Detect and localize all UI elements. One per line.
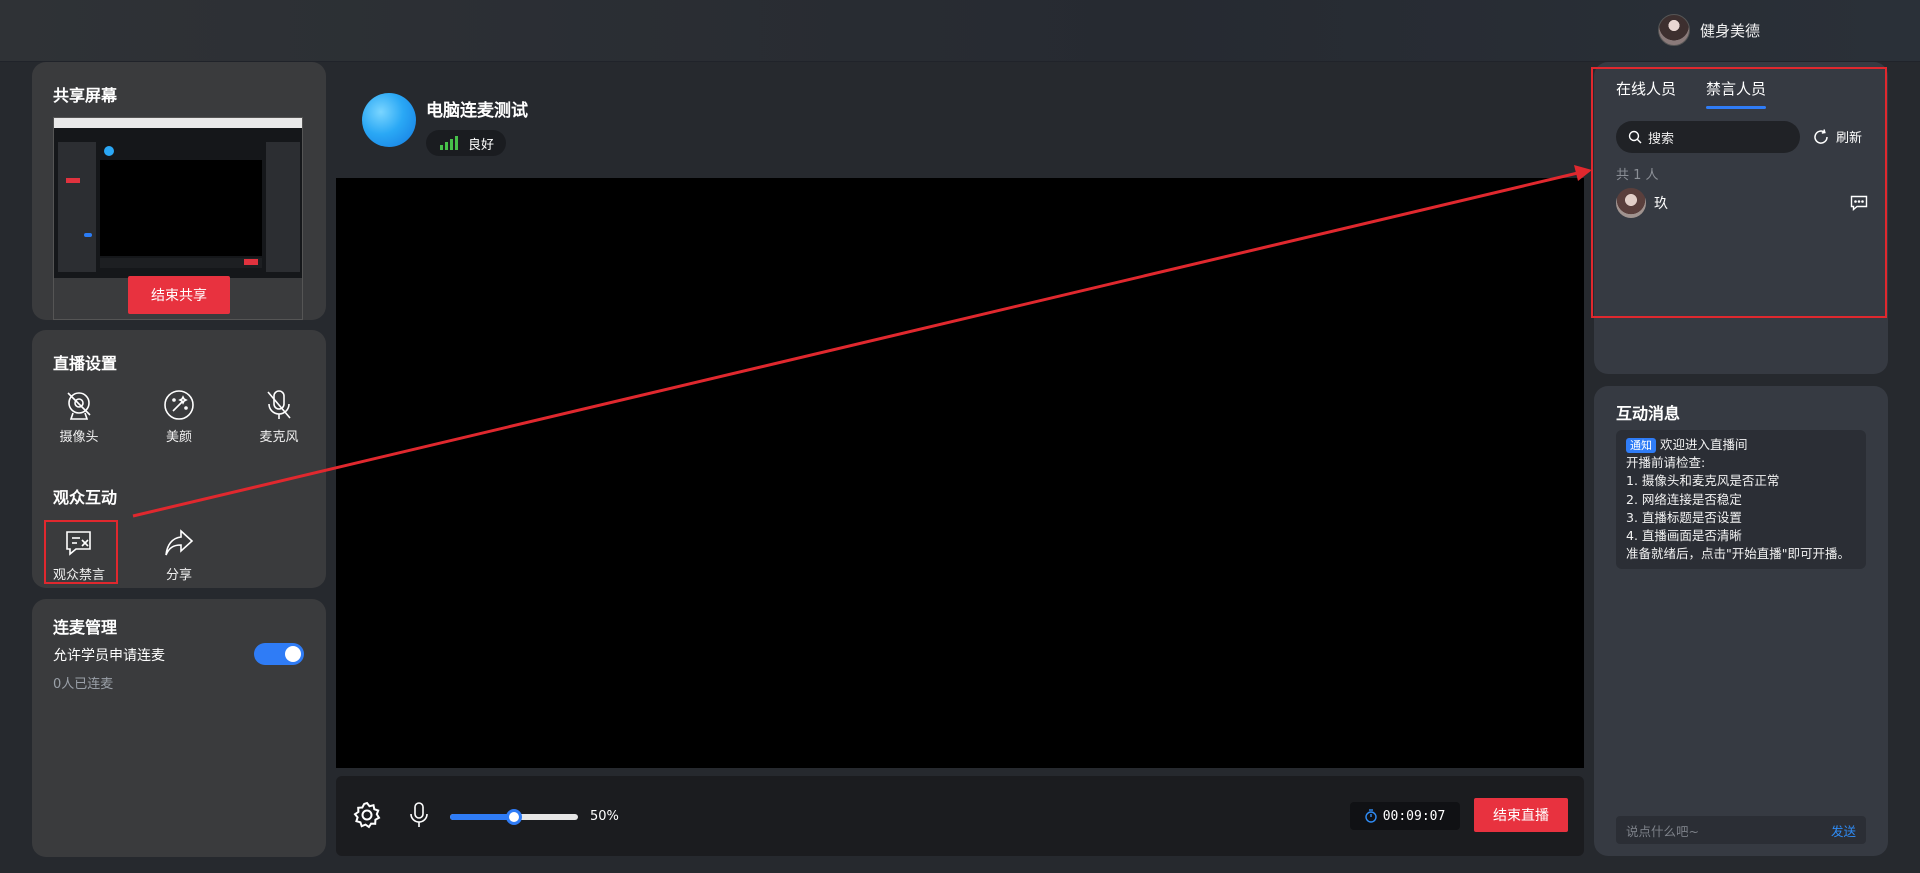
share-label: 分享 [165,568,192,583]
top-bar: 健身美德 [0,0,1920,62]
share-icon [165,529,194,556]
highlight-box-people-panel [1591,67,1887,318]
allow-link-mic-label: 允许学员申请连麦 [53,648,165,664]
user-avatar[interactable] [1657,14,1690,46]
send-button[interactable]: 发送 [1831,821,1856,840]
user-name: 健身美德 [1699,21,1760,40]
end-live-button[interactable]: 结束直播 [1474,798,1568,832]
live-settings-title: 直播设置 [53,354,118,373]
notice-tag: 通知 [1626,438,1656,453]
share-screen-panel: 共享屏幕 结束共享 [32,62,326,320]
notice-line: 4. 直播画面是否清晰 [1626,528,1742,544]
notice-line: 3. 直播标题是否设置 [1626,509,1742,525]
microphone-icon [410,802,428,827]
share-screen-title: 共享屏幕 [53,86,118,105]
beauty-icon [164,390,194,420]
chat-input-placeholder: 说点什么吧~ [1626,823,1699,839]
highlight-box-audience-mute [44,520,118,584]
beauty-label: 美颜 [165,430,192,445]
share-button[interactable]: 分享 [147,526,211,583]
audience-interaction-title: 观众互动 [53,488,118,507]
chat-input[interactable]: 说点什么吧~ 发送 [1616,816,1866,844]
link-mic-title: 连麦管理 [53,618,118,637]
microphone-muted-icon [267,390,291,419]
network-status-text: 良好 [468,137,495,153]
stopwatch-icon [1364,809,1377,823]
connected-count: 0人已连麦 [53,677,114,692]
room-logo [362,93,416,147]
signal-icon [440,136,458,150]
network-status-badge: 良好 [426,130,506,156]
volume-mic-button[interactable] [408,801,430,833]
volume-percent: 50% [590,809,619,824]
settings-button[interactable] [352,800,382,834]
end-share-button[interactable]: 结束共享 [128,276,230,314]
camera-label: 摄像头 [59,430,99,445]
live-settings-panel: 直播设置 摄像头 美颜 麦克风 观众互动 观众禁言 分享 [32,330,326,588]
allow-link-mic-toggle[interactable] [254,643,304,665]
notice-line: 1. 摄像头和麦克风是否正常 [1626,473,1780,489]
live-timer: 00:09:07 [1350,802,1460,830]
notice-line: 2. 网络连接是否稳定 [1626,491,1742,507]
microphone-label: 麦克风 [259,430,299,445]
gear-icon [353,801,381,829]
notice-line: 准备就绪后，点击"开始直播"即可开播。 [1626,546,1850,562]
notice-title: 欢迎进入直播间 [1660,437,1748,452]
volume-slider-knob[interactable] [506,809,522,825]
live-control-bar: 50% 00:09:07 结束直播 [336,776,1584,856]
camera-button[interactable]: 摄像头 [47,388,111,445]
room-title: 电脑连麦测试 [426,101,528,121]
volume-slider-fill [450,814,514,820]
link-mic-panel: 连麦管理 允许学员申请连麦 0人已连麦 [32,599,326,857]
beauty-button[interactable]: 美颜 [147,388,211,445]
live-video-area[interactable] [336,178,1584,768]
notice-message-card: 通知 欢迎进入直播间 开播前请检查: 1. 摄像头和麦克风是否正常 2. 网络连接… [1616,430,1866,569]
microphone-button[interactable]: 麦克风 [247,388,311,445]
interaction-messages-panel: 互动消息 通知 欢迎进入直播间 开播前请检查: 1. 摄像头和麦克风是否正常 2.… [1594,386,1888,856]
interaction-messages-title: 互动消息 [1616,404,1681,423]
camera-icon [67,392,91,420]
notice-line: 开播前请检查: [1626,455,1706,471]
user-profile[interactable]: 健身美德 [1657,14,1760,46]
timer-text: 00:09:07 [1382,808,1446,824]
volume-slider[interactable] [450,809,578,825]
